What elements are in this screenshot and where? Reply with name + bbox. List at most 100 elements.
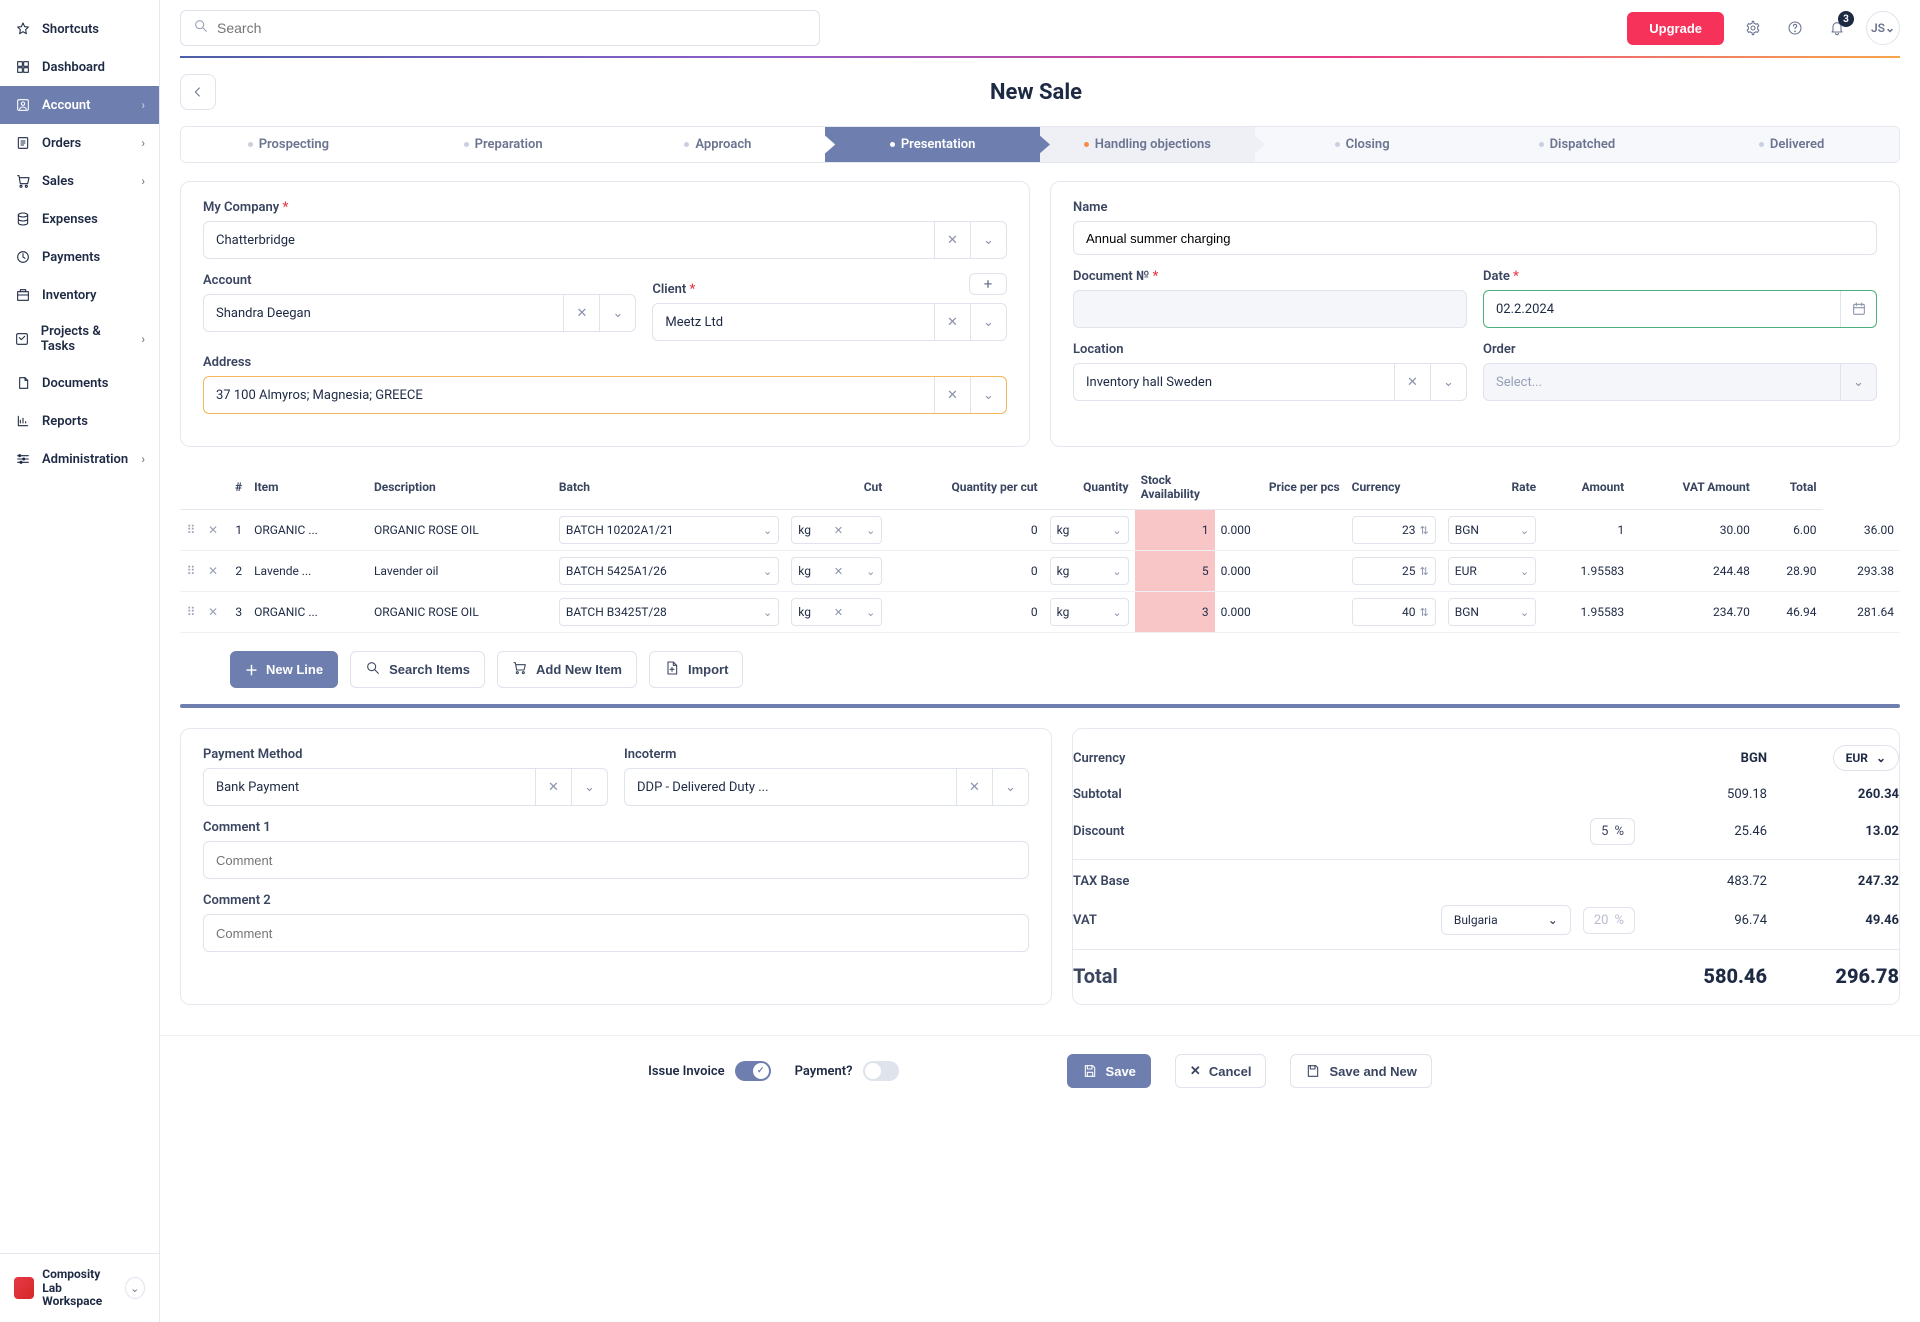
chevron-down-icon[interactable]: ⌄ <box>1840 364 1876 400</box>
chevron-down-icon[interactable]: ⌄ <box>125 1277 145 1299</box>
step-closing[interactable]: Closing <box>1255 127 1470 162</box>
step-delivered[interactable]: Delivered <box>1684 127 1899 162</box>
unit-select[interactable]: kg⌄ <box>1050 557 1129 585</box>
payment-toggle[interactable] <box>863 1061 899 1081</box>
currency-select[interactable]: BGN⌄ <box>1448 516 1536 544</box>
address-select[interactable]: 37 100 Almyros; Magnesia; GREECE ✕ ⌄ <box>203 376 1007 414</box>
clear-icon[interactable]: ✕ <box>535 769 571 805</box>
import-button[interactable]: Import <box>649 651 743 688</box>
cut-select[interactable]: kg✕⌄ <box>791 598 882 626</box>
step-preparation[interactable]: Preparation <box>396 127 611 162</box>
unit-select[interactable]: kg⌄ <box>1050 516 1129 544</box>
client-select[interactable]: Meetz Ltd ✕ ⌄ <box>652 303 1007 341</box>
quantity-cell[interactable]: 5 <box>1135 551 1215 592</box>
sidebar-item-expenses[interactable]: Expenses <box>0 200 159 238</box>
discount-pct-input[interactable]: 5 % <box>1590 818 1635 845</box>
currency-alt-select[interactable]: EUR ⌄ <box>1833 745 1899 771</box>
cancel-button[interactable]: ✕Cancel <box>1175 1054 1267 1088</box>
sidebar-item-documents[interactable]: Documents <box>0 364 159 402</box>
price-input[interactable]: 40⇅ <box>1352 598 1436 626</box>
docno-input[interactable] <box>1073 290 1467 328</box>
sidebar-item-dashboard[interactable]: Dashboard <box>0 48 159 86</box>
step-prospecting[interactable]: Prospecting <box>181 127 396 162</box>
clear-icon[interactable]: ✕ <box>1394 364 1430 400</box>
comment1-input[interactable] <box>203 841 1029 879</box>
incoterm-select[interactable]: DDP - Delivered Duty ... ✕ ⌄ <box>624 768 1029 806</box>
step-approach[interactable]: Approach <box>611 127 826 162</box>
remove-row-icon[interactable]: ✕ <box>202 551 224 592</box>
sidebar-item-payments[interactable]: Payments <box>0 238 159 276</box>
avatar[interactable]: JS⌄ <box>1866 11 1900 45</box>
step-dispatched[interactable]: Dispatched <box>1470 127 1685 162</box>
chevron-down-icon[interactable]: ⌄ <box>970 222 1006 258</box>
docno-field[interactable] <box>1074 291 1466 327</box>
save-and-new-button[interactable]: Save and New <box>1290 1054 1431 1088</box>
sidebar-item-account[interactable]: Account› <box>0 86 159 124</box>
add-client-button[interactable]: + <box>969 273 1007 295</box>
calendar-icon[interactable] <box>1840 291 1876 327</box>
drag-handle-icon[interactable]: ⠿ <box>180 510 202 551</box>
name-field[interactable] <box>1074 222 1876 254</box>
chevron-down-icon[interactable]: ⌄ <box>970 304 1006 340</box>
clear-icon[interactable]: ✕ <box>934 377 970 413</box>
chevron-down-icon[interactable]: ⌄ <box>992 769 1028 805</box>
sidebar-item-projects-tasks[interactable]: Projects & Tasks› <box>0 314 159 364</box>
comment2-input[interactable] <box>203 914 1029 952</box>
new-line-button[interactable]: ＋New Line <box>230 651 338 688</box>
sidebar-item-sales[interactable]: Sales› <box>0 162 159 200</box>
my-company-select[interactable]: Chatterbridge ✕ ⌄ <box>203 221 1007 259</box>
clear-icon[interactable]: ✕ <box>563 295 599 331</box>
workspace-switcher[interactable]: Composity Lab Workspace ⌄ <box>0 1253 159 1322</box>
batch-select[interactable]: BATCH 10202A1/21⌄ <box>559 516 779 544</box>
issue-invoice-toggle[interactable]: ✓ <box>735 1061 771 1081</box>
date-input[interactable]: 02.2.2024 <box>1483 290 1877 328</box>
chevron-down-icon[interactable]: ⌄ <box>599 295 635 331</box>
payment-method-select[interactable]: Bank Payment ✕ ⌄ <box>203 768 608 806</box>
clear-icon[interactable]: ✕ <box>934 222 970 258</box>
notifications-icon[interactable]: 3 <box>1824 15 1850 41</box>
chevron-down-icon[interactable]: ⌄ <box>1430 364 1466 400</box>
search-items-button[interactable]: Search Items <box>350 651 485 688</box>
batch-select[interactable]: BATCH B3425T/28⌄ <box>559 598 779 626</box>
order-select[interactable]: Select... ⌄ <box>1483 363 1877 401</box>
save-button[interactable]: Save <box>1067 1054 1151 1088</box>
drag-handle-icon[interactable]: ⠿ <box>180 551 202 592</box>
quantity-cell[interactable]: 1 <box>1135 510 1215 551</box>
search-field[interactable] <box>217 20 807 36</box>
remove-row-icon[interactable]: ✕ <box>202 510 224 551</box>
comment2-field[interactable] <box>204 915 1028 951</box>
chevron-down-icon[interactable]: ⌄ <box>970 377 1006 413</box>
comment1-field[interactable] <box>204 842 1028 878</box>
currency-select[interactable]: EUR⌄ <box>1448 557 1536 585</box>
chevron-down-icon[interactable]: ⌄ <box>571 769 607 805</box>
sidebar-item-shortcuts[interactable]: Shortcuts <box>0 10 159 48</box>
batch-select[interactable]: BATCH 5425A1/26⌄ <box>559 557 779 585</box>
remove-row-icon[interactable]: ✕ <box>202 592 224 633</box>
account-select[interactable]: Shandra Deegan ✕ ⌄ <box>203 294 636 332</box>
sidebar-item-reports[interactable]: Reports <box>0 402 159 440</box>
back-button[interactable] <box>180 74 216 110</box>
cut-select[interactable]: kg✕⌄ <box>791 557 882 585</box>
help-icon[interactable] <box>1782 15 1808 41</box>
add-new-item-button[interactable]: Add New Item <box>497 651 637 688</box>
quantity-cell[interactable]: 3 <box>1135 592 1215 633</box>
clear-icon[interactable]: ✕ <box>956 769 992 805</box>
step-handling-objections[interactable]: Handling objections <box>1040 127 1255 162</box>
currency-select[interactable]: BGN⌄ <box>1448 598 1536 626</box>
search-input[interactable] <box>180 10 820 46</box>
location-select[interactable]: Inventory hall Sweden ✕ ⌄ <box>1073 363 1467 401</box>
price-input[interactable]: 23⇅ <box>1352 516 1436 544</box>
unit-select[interactable]: kg⌄ <box>1050 598 1129 626</box>
vat-country-select[interactable]: Bulgaria ⌄ <box>1441 905 1571 935</box>
cut-select[interactable]: kg✕⌄ <box>791 516 882 544</box>
clear-icon[interactable]: ✕ <box>934 304 970 340</box>
sidebar-item-administration[interactable]: Administration› <box>0 440 159 478</box>
upgrade-button[interactable]: Upgrade <box>1627 12 1724 45</box>
sidebar-item-inventory[interactable]: Inventory <box>0 276 159 314</box>
price-input[interactable]: 25⇅ <box>1352 557 1436 585</box>
drag-handle-icon[interactable]: ⠿ <box>180 592 202 633</box>
step-presentation[interactable]: Presentation <box>825 127 1040 162</box>
sidebar-item-orders[interactable]: Orders› <box>0 124 159 162</box>
name-input[interactable] <box>1073 221 1877 255</box>
settings-icon[interactable] <box>1740 15 1766 41</box>
